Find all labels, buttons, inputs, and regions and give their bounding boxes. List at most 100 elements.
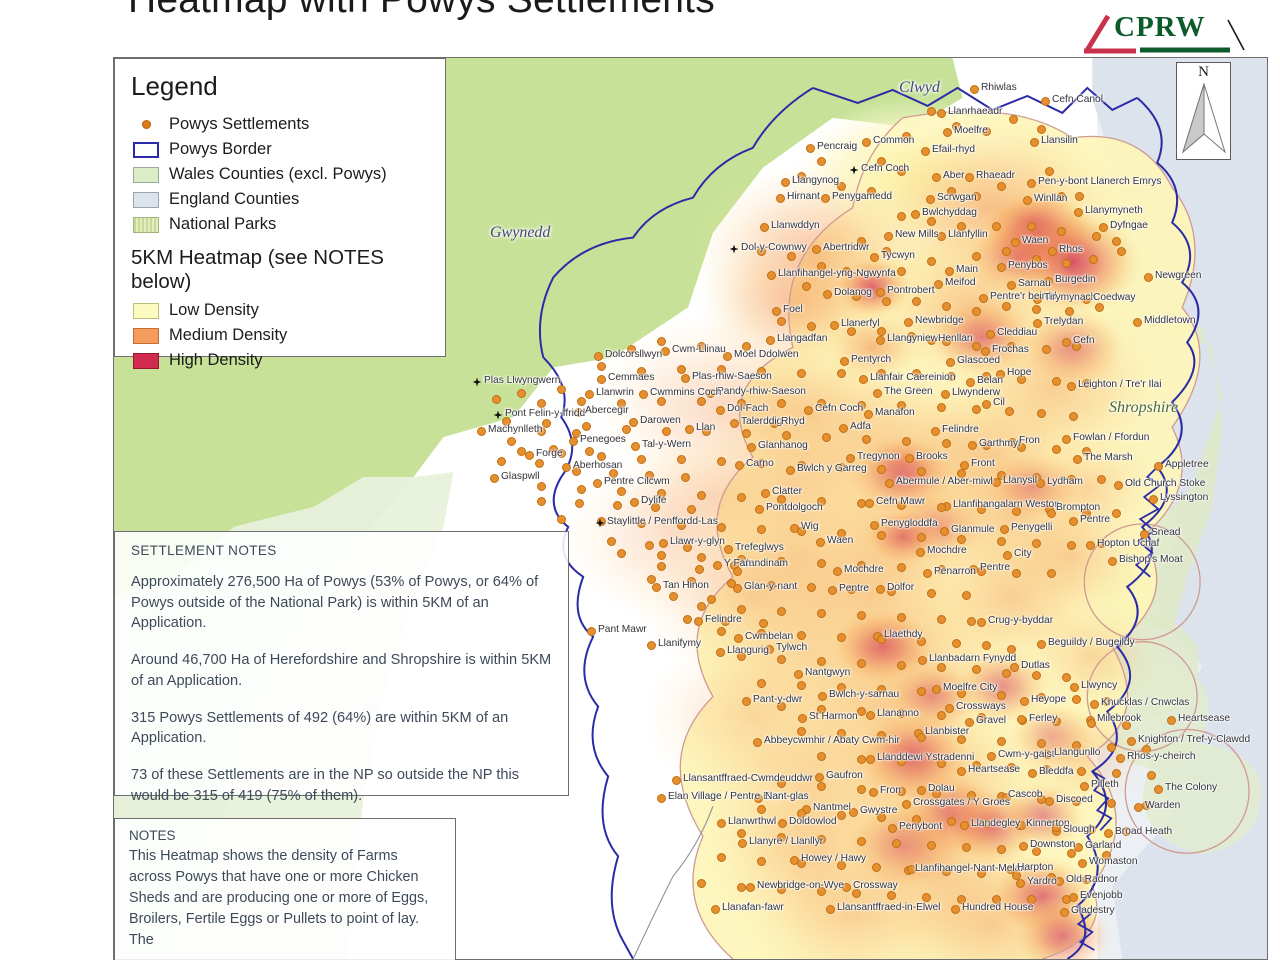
- settlement-dot[interactable]: [656, 561, 666, 571]
- settlement-dot[interactable]: [981, 371, 991, 381]
- settlement-dot[interactable]: [696, 878, 706, 888]
- settlement-dot[interactable]: [906, 864, 916, 874]
- settlement-dot[interactable]: [1056, 191, 1066, 201]
- settlement-dot[interactable]: [696, 490, 706, 500]
- settlement-dot[interactable]: [696, 396, 706, 406]
- settlement-dot[interactable]: [646, 574, 656, 584]
- settlement-dot[interactable]: [1094, 302, 1104, 312]
- settlement-dot[interactable]: [1011, 568, 1021, 578]
- settlement-dot[interactable]: [493, 410, 503, 420]
- settlement-dot[interactable]: [1042, 749, 1052, 759]
- settlement-dot[interactable]: [780, 177, 790, 187]
- settlement-dot[interactable]: [816, 834, 826, 844]
- settlement-dot[interactable]: [629, 497, 639, 507]
- settlement-dot[interactable]: [1046, 568, 1056, 578]
- settlement-dot[interactable]: [736, 882, 746, 892]
- settlement-dot[interactable]: [872, 388, 882, 398]
- settlement-dot[interactable]: [1096, 474, 1106, 484]
- settlement-dot[interactable]: [1002, 550, 1012, 560]
- settlement-dot[interactable]: [616, 486, 626, 496]
- settlement-dot[interactable]: [1101, 850, 1111, 860]
- settlement-dot[interactable]: [911, 296, 921, 306]
- settlement-dot[interactable]: [1141, 744, 1151, 754]
- settlement-dot[interactable]: [906, 331, 916, 341]
- settlement-dot[interactable]: [836, 728, 846, 738]
- settlement-dot[interactable]: [496, 456, 506, 466]
- settlement-dot[interactable]: [756, 366, 766, 376]
- settlement-dot[interactable]: [995, 369, 1005, 379]
- settlement-dot[interactable]: [1046, 508, 1056, 518]
- settlement-dot[interactable]: [836, 368, 846, 378]
- settlement-dot[interactable]: [573, 407, 583, 417]
- settlement-dot[interactable]: [896, 612, 906, 622]
- settlement-dot[interactable]: [956, 894, 966, 904]
- settlement-dot[interactable]: [524, 450, 534, 460]
- settlement-dot[interactable]: [836, 181, 846, 191]
- settlement-dot[interactable]: [816, 496, 826, 506]
- settlement-dot[interactable]: [829, 320, 839, 330]
- settlement-dot[interactable]: [856, 706, 866, 716]
- settlement-dot[interactable]: [1069, 682, 1079, 692]
- settlement-dot[interactable]: [729, 244, 739, 254]
- settlement-dot[interactable]: [944, 266, 954, 276]
- settlement-dot[interactable]: [732, 566, 742, 576]
- settlement-dot[interactable]: [999, 524, 1009, 534]
- settlement-dot[interactable]: [1091, 231, 1101, 241]
- settlement-dot[interactable]: [985, 329, 995, 339]
- settlement-dot[interactable]: [1041, 764, 1051, 774]
- settlement-dot[interactable]: [776, 606, 786, 616]
- settlement-dot[interactable]: [756, 458, 766, 468]
- settlement-dot[interactable]: [705, 388, 715, 398]
- settlement-dot[interactable]: [796, 526, 806, 536]
- settlement-dot[interactable]: [796, 726, 806, 736]
- settlement-dot[interactable]: [931, 172, 941, 182]
- settlement-dot[interactable]: [796, 630, 806, 640]
- settlement-dot[interactable]: [936, 758, 946, 768]
- settlement-dot[interactable]: [1027, 768, 1037, 778]
- settlement-dot[interactable]: [1089, 699, 1099, 709]
- settlement-dot[interactable]: [1001, 792, 1011, 802]
- settlement-dot[interactable]: [596, 451, 606, 461]
- settlement-dot[interactable]: [1077, 858, 1087, 868]
- settlement-dot[interactable]: [803, 405, 813, 415]
- settlement-dot[interactable]: [786, 251, 796, 261]
- settlement-dot[interactable]: [796, 171, 806, 181]
- settlement-dot[interactable]: [1026, 221, 1036, 231]
- settlement-dot[interactable]: [754, 504, 764, 514]
- settlement-dot[interactable]: [868, 787, 878, 797]
- settlement-dot[interactable]: [971, 341, 981, 351]
- settlement-dot[interactable]: [796, 460, 806, 470]
- settlement-dot[interactable]: [1015, 878, 1025, 888]
- settlement-dot[interactable]: [626, 344, 636, 354]
- settlement-dot[interactable]: [612, 500, 622, 510]
- settlement-dot[interactable]: [856, 236, 866, 246]
- settlement-dot[interactable]: [693, 616, 703, 626]
- settlement-dot[interactable]: [746, 442, 756, 452]
- settlement-dot[interactable]: [630, 441, 640, 451]
- settlement-dot[interactable]: [1066, 848, 1076, 858]
- settlement-dot[interactable]: [616, 548, 626, 558]
- settlement-dot[interactable]: [1006, 341, 1016, 351]
- settlement-dot[interactable]: [956, 734, 966, 744]
- settlement-dot[interactable]: [876, 684, 886, 694]
- settlement-dot[interactable]: [776, 654, 786, 664]
- settlement-dot[interactable]: [650, 502, 660, 512]
- settlement-dot[interactable]: [756, 524, 766, 534]
- settlement-dot[interactable]: [1071, 341, 1081, 351]
- settlement-dot[interactable]: [1115, 753, 1125, 763]
- settlement-dot[interactable]: [736, 604, 746, 614]
- settlement-dot[interactable]: [534, 458, 544, 468]
- settlement-dot[interactable]: [1006, 644, 1016, 654]
- settlement-dot[interactable]: [571, 428, 581, 438]
- settlement-dot[interactable]: [1051, 716, 1061, 726]
- settlement-dot[interactable]: [876, 812, 886, 822]
- settlement-dot[interactable]: [716, 818, 726, 828]
- settlement-dot[interactable]: [660, 346, 670, 356]
- settlement-dot[interactable]: [916, 636, 926, 646]
- settlement-dot[interactable]: [781, 430, 791, 440]
- settlement-dot[interactable]: [715, 405, 725, 415]
- settlement-dot[interactable]: [593, 351, 603, 361]
- settlement-dot[interactable]: [1073, 207, 1083, 217]
- settlement-dot[interactable]: [836, 810, 846, 820]
- settlement-dot[interactable]: [1101, 696, 1111, 706]
